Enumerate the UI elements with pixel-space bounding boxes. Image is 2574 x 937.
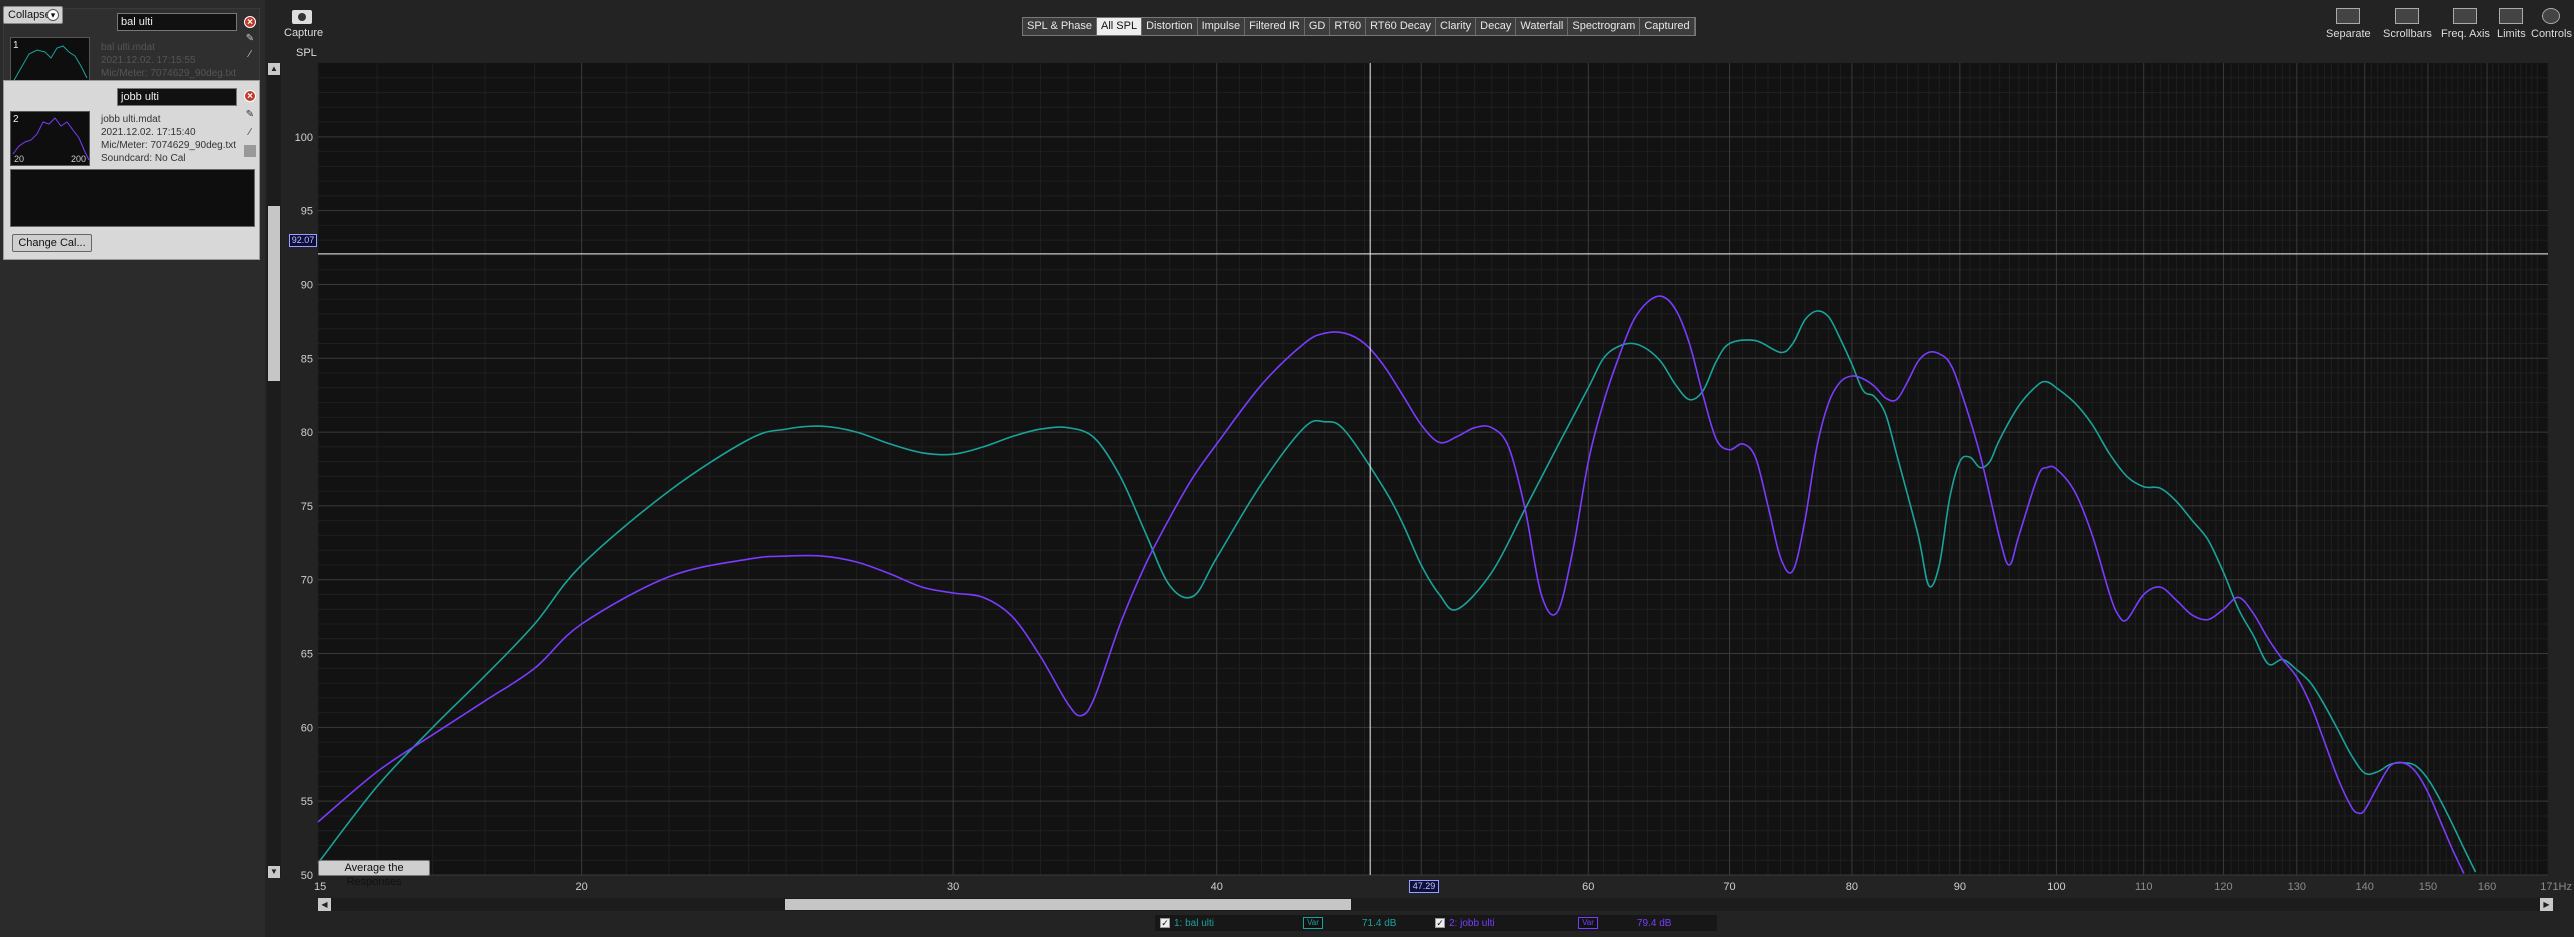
legend-checkbox-1[interactable]: ✓ xyxy=(1160,918,1170,928)
x-tick-label: 130 xyxy=(2288,881,2306,893)
x-tick-label: 100 xyxy=(2047,881,2065,893)
legend-item-2: ✓ 2: jobb ulti Var 79.4 dB xyxy=(1430,915,1705,931)
horizontal-scrollbar[interactable]: ◀ ▶ xyxy=(318,898,2553,911)
x-tick-label: 171Hz xyxy=(2540,881,2572,893)
x-axis-ticks: 1520304050607080901001101201301401501601… xyxy=(314,881,2572,893)
x-tick-label: 120 xyxy=(2214,881,2232,893)
legend-value-1: 71.4 dB xyxy=(1362,917,1397,929)
x-tick-label: 150 xyxy=(2419,881,2437,893)
scroll-right-arrow-icon[interactable]: ▶ xyxy=(2540,898,2553,911)
scroll-left-arrow-icon[interactable]: ◀ xyxy=(318,898,331,911)
legend-series-name-2: 2: jobb ulti xyxy=(1449,917,1495,929)
legend-var-label-1: Var xyxy=(1303,917,1323,929)
y-tick-label: 50 xyxy=(301,870,313,882)
x-tick-label: 40 xyxy=(1211,881,1223,893)
x-tick-label: 20 xyxy=(575,881,587,893)
cursor-y-readout: 92.07 xyxy=(289,234,317,247)
average-responses-button[interactable]: Average the Responses xyxy=(318,860,430,888)
x-tick-label: 30 xyxy=(947,881,959,893)
horizontal-scroll-thumb[interactable] xyxy=(785,899,1351,910)
x-tick-label: 70 xyxy=(1723,881,1735,893)
legend-checkbox-2[interactable]: ✓ xyxy=(1435,918,1445,928)
y-tick-label: 70 xyxy=(301,575,313,587)
y-tick-label: 55 xyxy=(301,796,313,808)
y-tick-label: 100 xyxy=(295,132,313,144)
y-tick-label: 80 xyxy=(301,427,313,439)
y-tick-label: 60 xyxy=(301,722,313,734)
x-tick-label: 140 xyxy=(2356,881,2374,893)
y-tick-label: 75 xyxy=(301,501,313,513)
x-tick-label: 60 xyxy=(1582,881,1594,893)
legend-item-1: ✓ 1: bal ulti Var 71.4 dB xyxy=(1155,915,1430,931)
legend-series-name-1: 1: bal ulti xyxy=(1174,917,1215,929)
spl-chart[interactable]: 50556065707580859095100 1520304050607080… xyxy=(0,0,2574,937)
legend: ✓ 1: bal ulti Var 71.4 dB ✓ 2: jobb ulti… xyxy=(1155,915,1717,931)
x-tick-label: 80 xyxy=(1846,881,1858,893)
y-tick-label: 85 xyxy=(301,353,313,365)
x-tick-label: 110 xyxy=(2135,881,2153,893)
plot-area[interactable] xyxy=(318,63,2548,875)
y-tick-label: 95 xyxy=(301,206,313,218)
x-tick-label: 160 xyxy=(2478,881,2496,893)
y-tick-label: 90 xyxy=(301,279,313,291)
legend-var-label-2: Var xyxy=(1578,917,1598,929)
cursor-x-readout: 47.29 xyxy=(1409,880,1439,893)
x-tick-label: 15 xyxy=(314,881,326,893)
legend-var-button-1[interactable]: Var xyxy=(1294,917,1332,929)
legend-var-button-2[interactable]: Var xyxy=(1569,917,1607,929)
y-tick-label: 65 xyxy=(301,649,313,661)
legend-value-2: 79.4 dB xyxy=(1637,917,1672,929)
x-tick-label: 90 xyxy=(1954,881,1966,893)
